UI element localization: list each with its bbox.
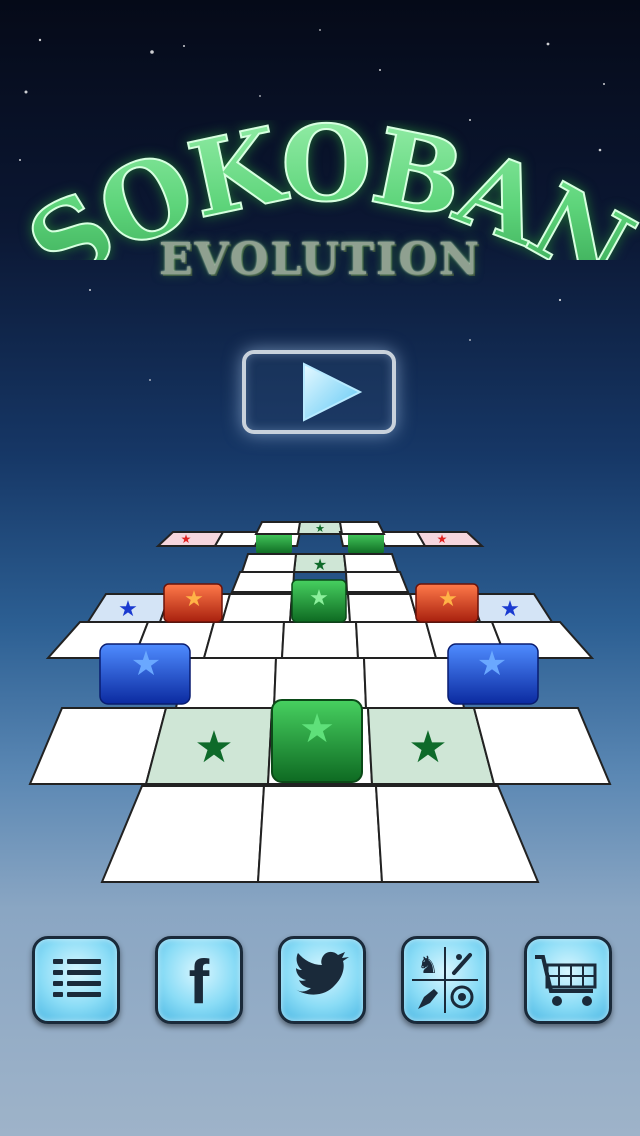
star-icon: ★ (181, 532, 192, 546)
star-icon: ★ (194, 722, 233, 773)
twitter-button[interactable] (278, 936, 366, 1024)
star-icon: ★ (500, 597, 520, 622)
floor-tile (240, 553, 298, 573)
floor-tile (346, 593, 420, 623)
floor-tile (342, 553, 400, 573)
floor-tile (374, 785, 540, 883)
svg-text:★: ★ (299, 706, 335, 752)
goal-tile-red (415, 531, 485, 547)
floor-tile (202, 621, 286, 659)
floor-tile (344, 571, 410, 593)
facebook-icon: f (189, 948, 210, 1017)
box-blue: ★ (447, 643, 539, 705)
floor-tile (280, 621, 360, 659)
svg-text:★: ★ (184, 587, 204, 612)
shop-button[interactable] (524, 936, 612, 1024)
floor-tile (174, 657, 278, 709)
box-green: ★ (291, 579, 347, 623)
box-green (348, 532, 384, 554)
star-icon: ★ (313, 555, 327, 574)
star-icon: ★ (315, 522, 325, 535)
floor-tile (230, 571, 296, 593)
floor-tile (220, 593, 294, 623)
svg-text:f: f (189, 948, 210, 1017)
svg-text:★: ★ (131, 644, 161, 684)
shopping-cart-icon (535, 955, 597, 1006)
box-red: ★ (163, 583, 223, 623)
svg-text:♞: ♞ (417, 951, 439, 979)
star-icon: ★ (437, 532, 448, 546)
floor-tile (256, 785, 384, 883)
box-red: ★ (415, 583, 479, 623)
game-board: ★ ★ ★ ★ ★ ★ ★ ★ ★ ★ ★ ★ ★ ★ (28, 521, 612, 883)
bottom-menu-bar: f ♞ (0, 936, 640, 1028)
play-icon (303, 362, 363, 422)
floor-tile (28, 707, 168, 785)
play-button[interactable] (242, 350, 396, 434)
game-subtitle: EVOLUTION (158, 234, 481, 285)
box-green: ★ (271, 699, 363, 783)
game-center-icon: ♞ (412, 947, 478, 1013)
list-icon (53, 959, 101, 997)
twitter-icon (295, 951, 349, 995)
facebook-button[interactable]: f (155, 936, 243, 1024)
svg-text:★: ★ (309, 586, 329, 611)
svg-text:★: ★ (477, 644, 507, 684)
box-green (256, 532, 292, 554)
star-icon: ★ (118, 597, 138, 622)
floor-tile (472, 707, 612, 785)
star-icon: ★ (408, 722, 447, 773)
floor-tile (254, 521, 302, 535)
floor-tile (100, 785, 266, 883)
game-center-button[interactable]: ♞ (401, 936, 489, 1024)
box-blue: ★ (99, 643, 191, 705)
svg-text:★: ★ (438, 587, 458, 612)
floor-tile (338, 521, 386, 535)
floor-tile (354, 621, 438, 659)
levels-list-button[interactable] (32, 936, 120, 1024)
